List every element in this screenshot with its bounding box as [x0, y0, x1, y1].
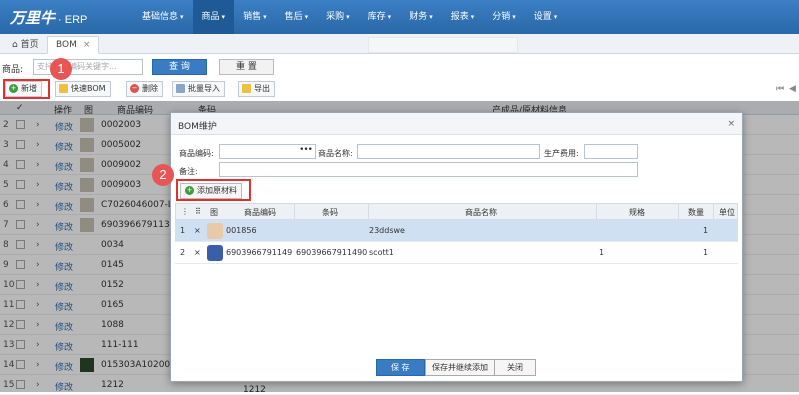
- header-menu-icon[interactable]: ⋮: [181, 207, 189, 216]
- chevron-down-icon: ▾: [180, 13, 184, 21]
- minus-icon: −: [130, 84, 139, 93]
- chevron-down-icon: ▾: [429, 13, 433, 21]
- close-button[interactable]: 关闭: [494, 359, 536, 376]
- top-navbar: 万里牛 · ERP 基础信息 ▾ 商品 ▾ 销售 ▾ 售后 ▾ 采购 ▾ 库存 ▾ 财务 ▾ 报…: [0, 0, 799, 34]
- import-icon: [176, 84, 185, 93]
- batch-import-button[interactable]: 批量导入: [172, 81, 225, 97]
- quick-bom-button[interactable]: 快速BOM: [55, 81, 111, 97]
- dialog-title: BOM维护: [178, 122, 217, 132]
- save-continue-button[interactable]: 保存并继续添加: [425, 359, 495, 376]
- export-icon: [242, 84, 251, 93]
- save-button[interactable]: 保 存: [376, 359, 425, 376]
- header-barcode: 条码: [322, 208, 338, 217]
- delete-button[interactable]: − 删除: [126, 81, 163, 97]
- material-row[interactable]: 2 × 6903966791149 69039667911490 scott1 …: [175, 242, 738, 264]
- material-row[interactable]: 1 × 001856 23ddswe 1: [175, 220, 738, 242]
- query-button[interactable]: 查 询: [152, 59, 207, 75]
- menu-basic-info[interactable]: 基础信息 ▾: [133, 0, 193, 34]
- home-icon: ⌂: [12, 40, 18, 50]
- bom-icon: [59, 84, 68, 93]
- delete-row-icon[interactable]: ×: [194, 226, 201, 235]
- logo-suffix: · ERP: [58, 14, 88, 26]
- close-icon[interactable]: ×: [83, 40, 91, 50]
- menu-goods[interactable]: 商品 ▾: [192, 0, 235, 34]
- chevron-down-icon: ▾: [387, 13, 392, 21]
- logo-text: 万里牛: [10, 9, 56, 27]
- header-spec: 规格: [629, 208, 645, 217]
- delete-row-icon[interactable]: ×: [194, 248, 201, 257]
- blurred-banner: [368, 37, 518, 53]
- menu-sales[interactable]: 销售 ▾: [234, 0, 276, 34]
- product-thumbnail: [207, 245, 223, 261]
- dialog-header: BOM维护 ×: [171, 113, 742, 135]
- chevron-down-icon: ▾: [304, 13, 309, 21]
- toolbar: + 新增 快速BOM − 删除 批量导入 导出: [0, 80, 799, 100]
- product-code-label: 商品编码:: [179, 149, 214, 158]
- more-icon[interactable]: •••: [299, 145, 313, 155]
- product-name-input[interactable]: [357, 144, 540, 159]
- reset-button[interactable]: 重 置: [219, 59, 274, 75]
- header-grid-icon[interactable]: ⠿: [195, 207, 201, 216]
- chevron-down-icon: ▾: [470, 13, 475, 21]
- header-unit: 单位: [719, 208, 735, 217]
- tab-home[interactable]: ⌂ 首页: [3, 36, 48, 54]
- menu-reports[interactable]: 报表 ▾: [442, 0, 484, 34]
- chevron-down-icon: ▾: [553, 13, 558, 21]
- remark-input[interactable]: [219, 162, 638, 177]
- app-logo[interactable]: 万里牛 · ERP: [10, 7, 87, 28]
- menu-distribution[interactable]: 分销 ▾: [483, 0, 525, 34]
- product-code-input[interactable]: •••: [219, 144, 316, 159]
- materials-header: ⋮ ⠿ 图 商品编码 条码 商品名称 规格 数量 单位: [175, 203, 738, 220]
- menu-after-sales[interactable]: 售后 ▾: [276, 0, 318, 34]
- production-cost-input[interactable]: [584, 144, 638, 159]
- header-name: 商品名称: [465, 208, 497, 217]
- bom-dialog: BOM维护 × 商品编码: ••• 商品名称: 生产费用: 备注: + 添加原材料…: [170, 112, 743, 382]
- main-menu: 基础信息 ▾ 商品 ▾ 销售 ▾ 售后 ▾ 采购 ▾ 库存 ▾ 财务 ▾ 报表 ▾ 分销 ▾ 设置…: [133, 0, 566, 34]
- search-bar: 商品: 支持商品编码关键字... 查 询 重 置: [0, 56, 799, 78]
- menu-finance[interactable]: 财务 ▾: [400, 0, 442, 34]
- header-code: 商品编码: [244, 208, 276, 217]
- menu-purchase[interactable]: 采购 ▾: [317, 0, 359, 34]
- chevron-down-icon: ▾: [221, 13, 226, 21]
- chevron-down-icon: ▾: [263, 13, 267, 21]
- step-badge-1: 1: [50, 58, 72, 80]
- highlight-add-button: [3, 79, 50, 99]
- close-icon[interactable]: ×: [727, 119, 735, 129]
- highlight-add-material: [176, 179, 251, 201]
- product-thumbnail: [207, 223, 223, 239]
- tab-bom[interactable]: BOM ×: [47, 36, 100, 54]
- header-qty: 数量: [688, 208, 704, 217]
- chevron-down-icon: ▾: [346, 13, 350, 21]
- product-name-label: 商品名称:: [318, 149, 353, 158]
- step-badge-2: 2: [152, 164, 174, 186]
- export-button[interactable]: 导出: [238, 81, 275, 97]
- chevron-down-icon: ▾: [512, 13, 516, 21]
- menu-settings[interactable]: 设置 ▾: [525, 0, 567, 34]
- menu-inventory[interactable]: 库存 ▾: [359, 0, 401, 34]
- header-img: 图: [210, 208, 218, 217]
- prev-page-icon[interactable]: ◀: [789, 84, 796, 94]
- remark-label: 备注:: [179, 167, 198, 176]
- first-page-icon[interactable]: ⏮: [776, 84, 784, 94]
- production-cost-label: 生产费用:: [544, 149, 579, 158]
- search-label: 商品:: [2, 65, 24, 75]
